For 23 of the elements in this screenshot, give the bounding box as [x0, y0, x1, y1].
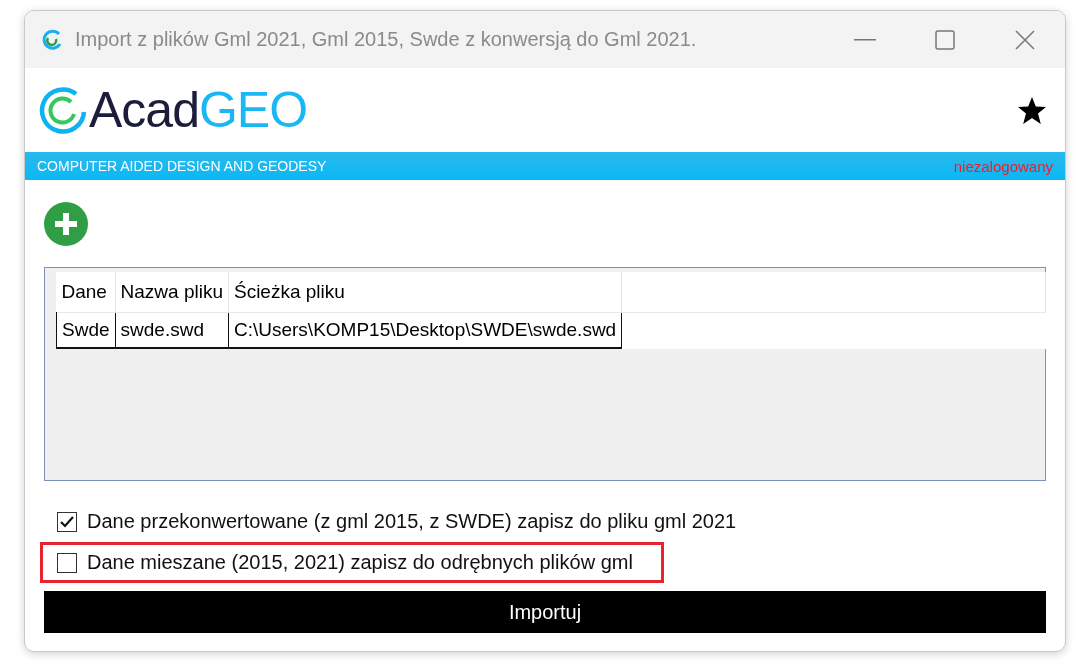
maximize-icon [935, 29, 955, 50]
table-cell: swde.swd [115, 312, 229, 348]
option-label: Dane przekonwertowane (z gml 2015, z SWDE) zapisz do pliku gml 2021 [87, 510, 737, 533]
table-cell: C:\Users\KOMP15\Desktop\SWDE\swde.swd [228, 312, 622, 348]
logo-icon [37, 84, 89, 136]
close-icon [1015, 29, 1035, 50]
table-cell: Swde [56, 312, 116, 348]
logo-text: GEO [198, 85, 308, 135]
column-header[interactable]: Nazwa pliku [115, 272, 229, 313]
star-icon[interactable] [1017, 95, 1047, 125]
option-label: Dane mieszane (2015, 2021) zapisz do odrębnych plików gml [87, 551, 633, 574]
add-icon[interactable] [44, 202, 88, 246]
checkbox[interactable] [57, 552, 77, 573]
minimize-icon [854, 38, 876, 41]
app-icon [41, 28, 63, 51]
column-header[interactable]: Dane [56, 272, 116, 313]
login-status: niezalogowany [953, 157, 1053, 175]
tagline: COMPUTER AIDED DESIGN AND GEODESY [37, 158, 327, 174]
checkbox[interactable] [57, 511, 77, 532]
column-header[interactable]: Ścieżka pliku [228, 272, 622, 313]
window-title: Import z plików Gml 2021, Gml 2015, Swde z konwersją do Gml 2021. [75, 28, 698, 51]
logo-text: Acad [89, 85, 199, 135]
import-button[interactable]: Importuj [44, 591, 1046, 633]
